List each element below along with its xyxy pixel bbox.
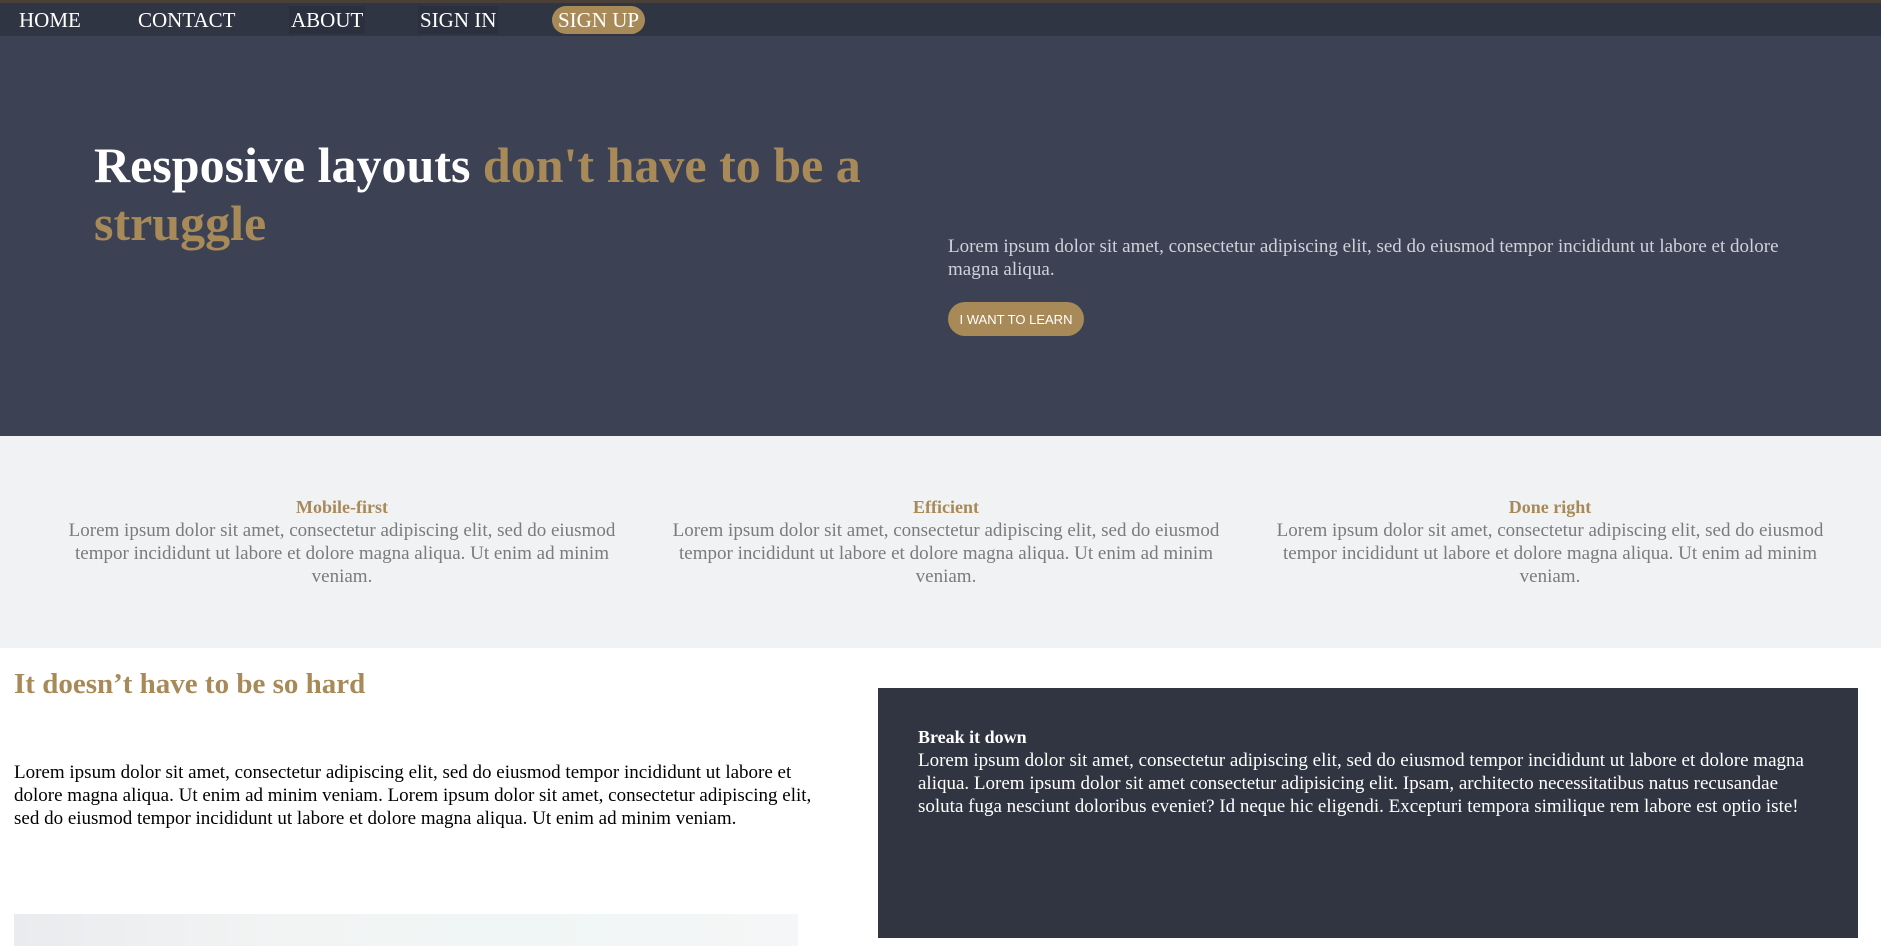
card-title: Break it down [918,727,1027,747]
content-image [14,914,798,946]
hero-description: Lorem ipsum dolor sit amet, consectetur … [948,236,1779,280]
features-section: Mobile-first Lorem ipsum dolor sit amet,… [0,436,1881,648]
top-navigation: HOME CONTACT ABOUT SIGN IN SIGN UP [0,0,1881,36]
card-text: Lorem ipsum dolor sit amet, consectetur … [918,750,1804,817]
nav-sign-up-button[interactable]: SIGN UP [552,6,646,34]
hero-title: Resposive layouts don't have to be a str… [94,136,914,252]
feature-text: Lorem ipsum dolor sit amet, consectetur … [68,520,616,587]
nav-contact-link[interactable]: CONTACT [138,6,235,34]
section-body-text: Lorem ipsum dolor sit amet, consectetur … [14,762,812,829]
feature-title: Done right [1508,497,1592,517]
nav-sign-in-link[interactable]: SIGN IN [418,6,499,34]
learn-button[interactable]: I WANT TO LEARN [948,302,1084,336]
section-heading: It doesn’t have to be so hard [14,668,366,700]
feature-text: Lorem ipsum dolor sit amet, consectetur … [1276,520,1824,587]
hero-section: Resposive layouts don't have to be a str… [0,36,1881,436]
feature-efficient: Efficient Lorem ipsum dolor sit amet, co… [666,496,1226,588]
nav-home-link[interactable]: HOME [19,6,81,34]
hero-title-main: Resposive layouts [94,137,483,193]
nav-about-link[interactable]: ABOUT [289,6,366,34]
feature-done-right: Done right Lorem ipsum dolor sit amet, c… [1270,496,1830,588]
feature-mobile-first: Mobile-first Lorem ipsum dolor sit amet,… [62,496,622,588]
feature-title: Mobile-first [296,497,388,517]
break-it-down-card: Break it down Lorem ipsum dolor sit amet… [878,688,1858,938]
feature-text: Lorem ipsum dolor sit amet, consectetur … [672,520,1220,587]
feature-title: Efficient [913,497,979,517]
